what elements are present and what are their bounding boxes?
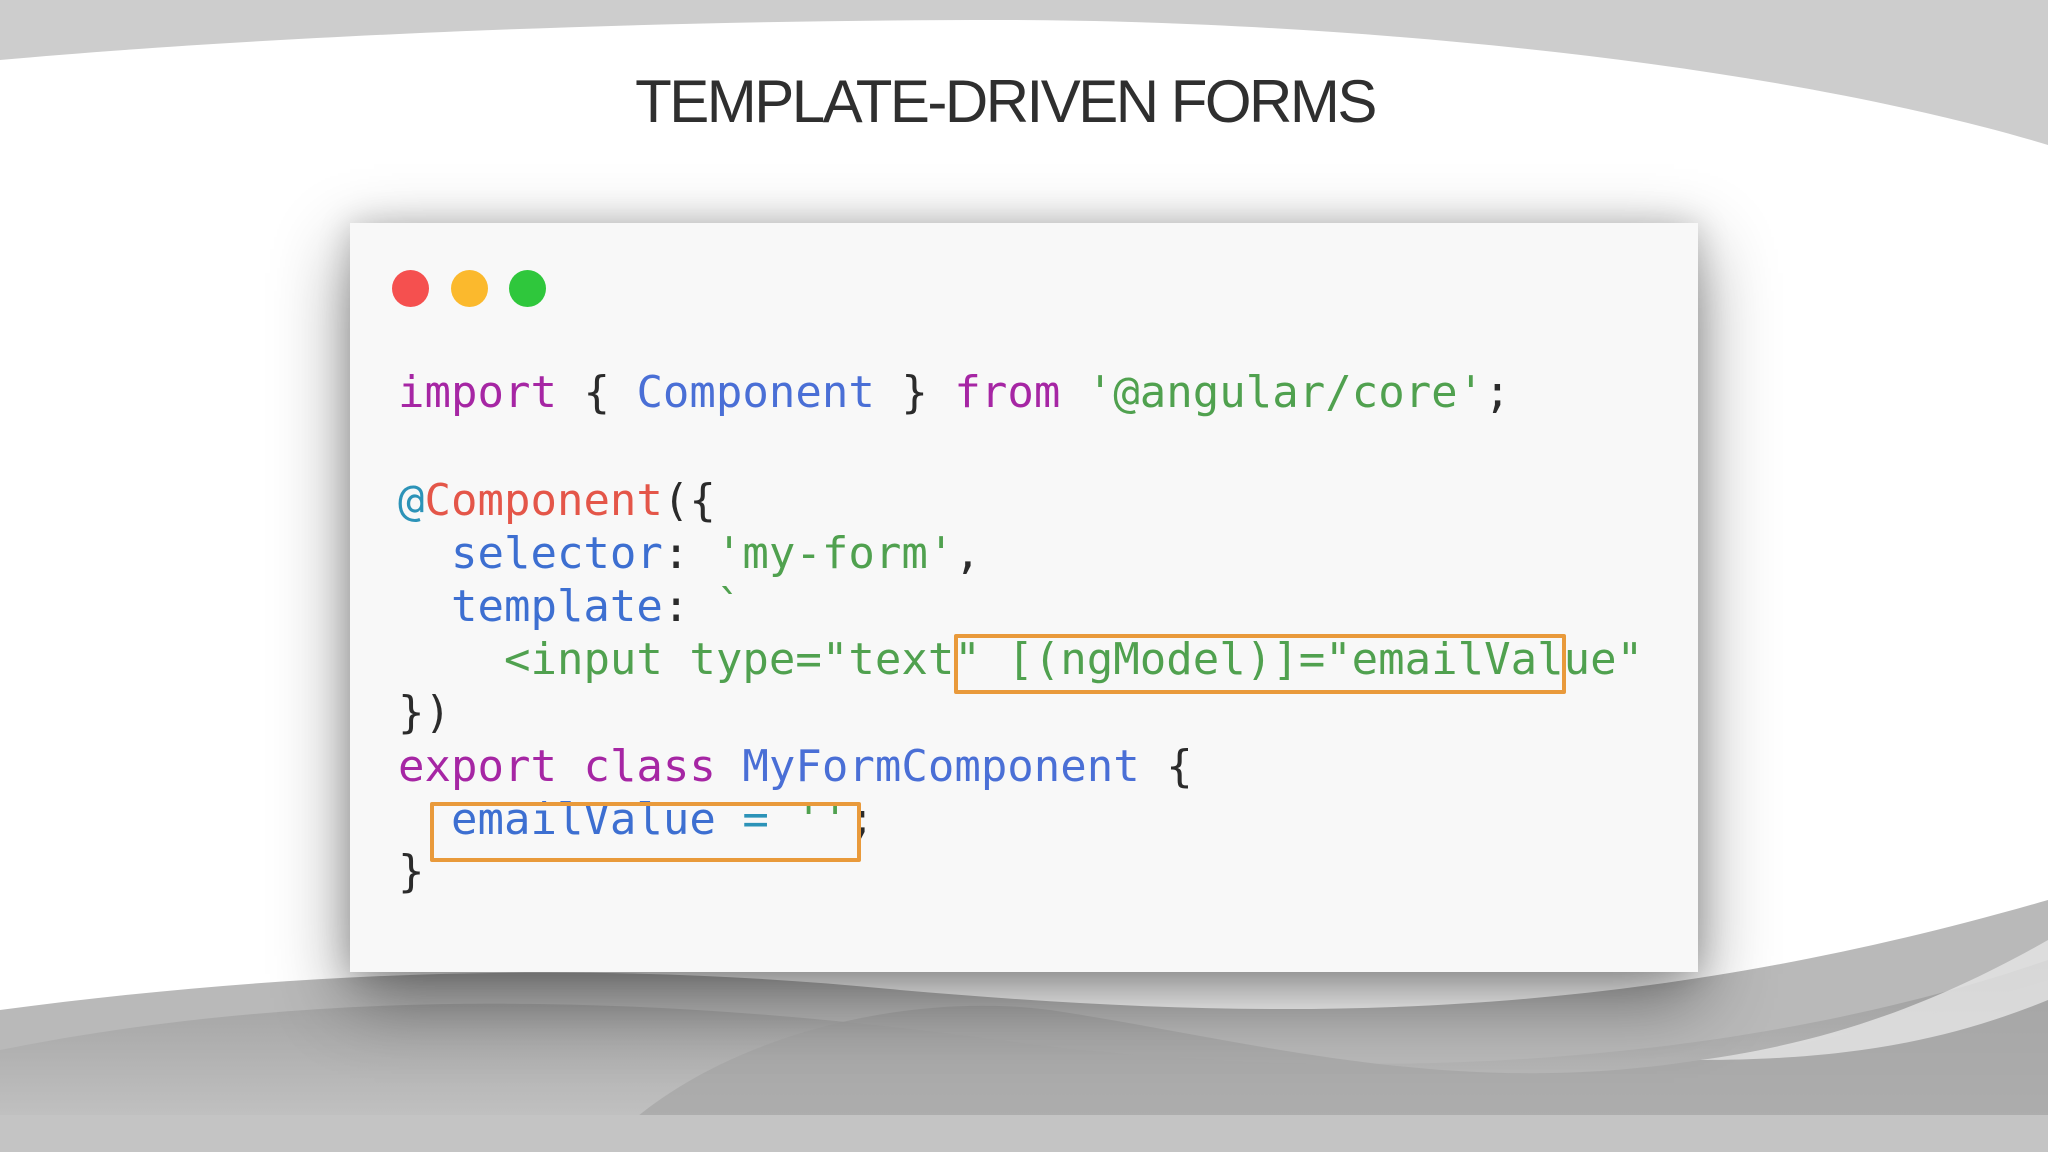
- punctuation: }: [398, 846, 425, 897]
- property-email-value: emailValue: [450, 794, 716, 845]
- decorator-at: @: [398, 475, 425, 526]
- bottom-band: [0, 1115, 2048, 1152]
- code-line-7: export class MyFormComponent {: [398, 745, 1193, 789]
- slide-title: TEMPLATE-DRIVEN FORMS: [635, 68, 1377, 135]
- punctuation: :: [662, 581, 716, 632]
- template-ngmodel-binding: [(ngModel)]="emailValue": [1007, 634, 1644, 685]
- string-selector-value: 'my-form': [715, 528, 955, 579]
- code-line-8: emailValue = '';: [398, 798, 875, 842]
- keyword-export: export: [398, 741, 557, 792]
- template-backtick: `: [715, 581, 743, 632]
- code-line-5: <input type="text" [(ngModel)]="emailVal…: [398, 638, 1643, 682]
- operator-assign: =: [715, 794, 796, 845]
- identifier-component: Component: [636, 367, 875, 418]
- punctuation: }: [874, 367, 955, 418]
- close-window-icon[interactable]: [392, 270, 429, 307]
- code-line-9: }: [398, 850, 425, 894]
- property-selector: selector: [450, 528, 663, 579]
- punctuation: :: [662, 528, 716, 579]
- code-line-2: @Component({: [398, 479, 716, 523]
- punctuation: }): [398, 687, 451, 738]
- property-template: template: [450, 581, 663, 632]
- string-module: '@angular/core': [1086, 367, 1485, 418]
- code-window: import { Component } from '@angular/core…: [350, 223, 1698, 972]
- punctuation: ,: [954, 528, 981, 579]
- code-line-3: selector: 'my-form',: [398, 532, 981, 576]
- punctuation: ;: [1484, 367, 1511, 418]
- keyword-import: import: [398, 367, 557, 418]
- keyword-class: class: [583, 741, 716, 792]
- punctuation: ;: [848, 794, 875, 845]
- minimize-window-icon[interactable]: [451, 270, 488, 307]
- maximize-window-icon[interactable]: [509, 270, 546, 307]
- punctuation: {: [556, 367, 637, 418]
- punctuation: {: [1139, 741, 1193, 792]
- code-line-4: template: `: [398, 585, 742, 629]
- string-empty: '': [795, 794, 849, 845]
- decorator-name: Component: [424, 475, 663, 526]
- code-line-1: import { Component } from '@angular/core…: [398, 371, 1511, 415]
- template-input-tag: <input type="text": [503, 634, 1008, 685]
- keyword-from: from: [954, 367, 1061, 418]
- class-name: MyFormComponent: [742, 741, 1140, 792]
- punctuation: ({: [662, 475, 716, 526]
- code-line-6: }): [398, 691, 451, 735]
